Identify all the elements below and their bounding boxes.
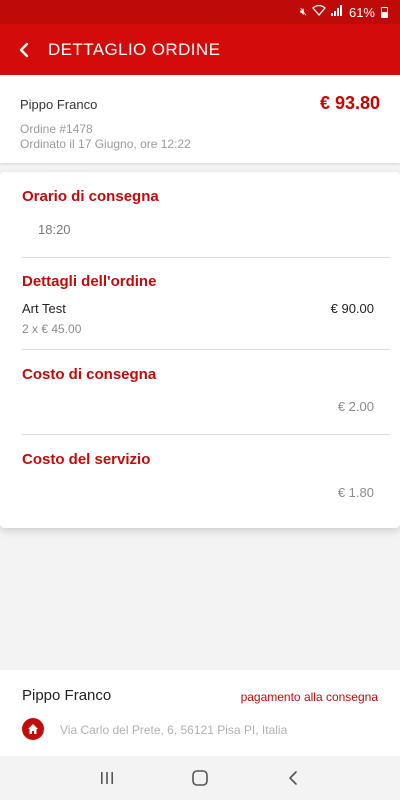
back-button[interactable]: [0, 24, 48, 75]
payment-method: pagamento alla consegna: [240, 690, 378, 704]
back-nav-icon: [289, 771, 298, 785]
footer-customer-name: Pippo Franco: [22, 687, 112, 704]
service-cost-title: Costo del servizio: [22, 451, 151, 468]
back-nav-button[interactable]: [273, 756, 313, 800]
ordered-at: Ordinato il 17 Giugno, ore 12:22: [20, 137, 191, 151]
battery-percentage: 61%: [348, 4, 375, 20]
delivery-address: Via Carlo del Prete, 6, 56121 Pisa PI, I…: [60, 723, 288, 737]
recent-apps-icon: [100, 772, 113, 784]
back-arrow-icon: [19, 42, 29, 57]
item-quantity: 2 x € 45.00: [22, 322, 82, 336]
wifi-icon: [312, 4, 326, 19]
divider: [22, 434, 390, 435]
item-name: Art Test: [22, 301, 66, 316]
delivery-cost-value: € 2.00: [337, 399, 374, 414]
delivery-time-title: Orario di consegna: [22, 188, 159, 205]
service-cost-value: € 1.80: [337, 485, 374, 500]
delivery-time-value: 18:20: [38, 222, 71, 237]
order-id: Ordine #1478: [20, 122, 93, 136]
order-detail-card: Orario di consegna 18:20 Dettagli dell'o…: [0, 172, 400, 528]
recent-apps-button[interactable]: [87, 756, 127, 800]
app-bar: DETTAGLIO ORDINE: [0, 24, 400, 75]
divider: [22, 349, 390, 350]
customer-name: Pippo Franco: [20, 97, 98, 112]
item-price: € 90.00: [330, 301, 374, 316]
delivery-cost-title: Costo di consegna: [22, 366, 157, 383]
battery-icon: [381, 6, 388, 18]
order-total: € 93.80: [319, 93, 380, 113]
divider: [22, 257, 390, 258]
home-icon: [22, 718, 44, 740]
order-summary: Pippo Franco € 93.80 Ordine #1478 Ordina…: [0, 75, 400, 163]
status-bar: 🔇︎ 61%: [0, 0, 400, 24]
home-nav-icon: [192, 770, 208, 786]
status-icons: 🔇︎: [300, 4, 343, 19]
mute-icon: 🔇︎: [300, 5, 307, 18]
signal-icon: [330, 5, 343, 19]
system-nav-bar: [0, 756, 400, 800]
page-title: DETTAGLIO ORDINE: [48, 39, 221, 59]
customer-footer: Pippo Franco pagamento alla consegna Via…: [0, 670, 400, 756]
home-button[interactable]: [180, 756, 220, 800]
order-details-title: Dettagli dell'ordine: [22, 273, 157, 290]
